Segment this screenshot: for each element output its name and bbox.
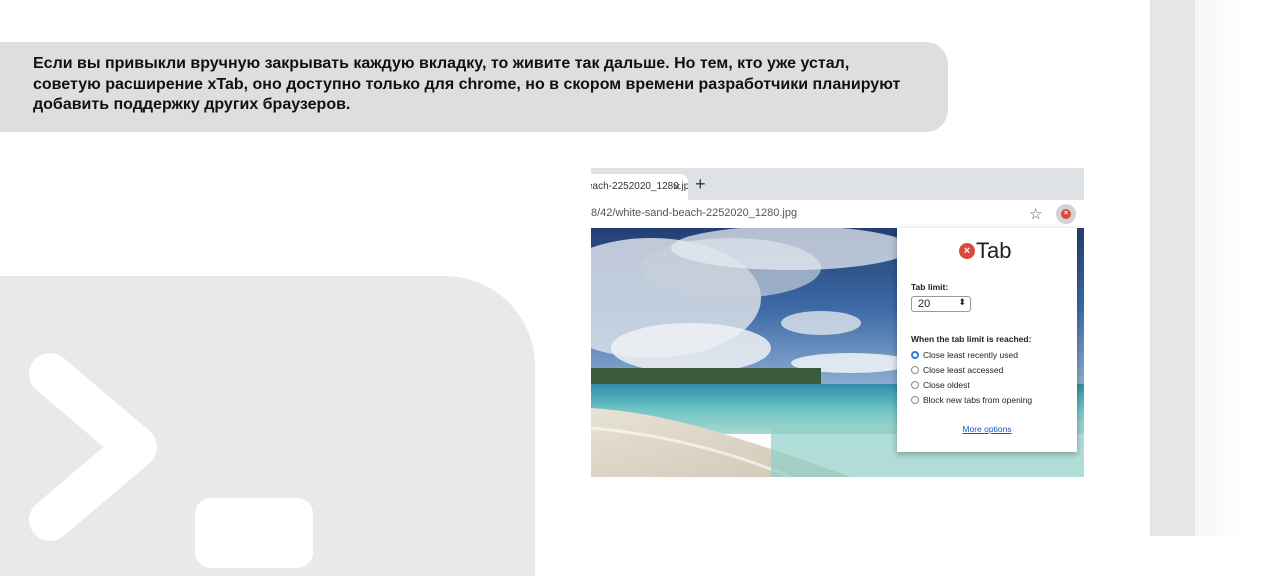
url-text: 8/42/white-sand-beach-2252020_1280.jpg	[591, 207, 798, 219]
tab-limit-value: 20	[918, 298, 931, 310]
option-close-oldest[interactable]: Close oldest	[911, 380, 970, 390]
xtab-logo-icon: ×	[959, 243, 975, 259]
option-close-least-recently-used[interactable]: Close least recently used	[911, 350, 1018, 360]
message-text: Если вы привыкли вручную закрывать кажду…	[33, 55, 901, 113]
option-block-new-tabs[interactable]: Block new tabs from opening	[911, 395, 1032, 405]
limit-action-label: When the tab limit is reached:	[911, 334, 1032, 344]
xtab-logo-text: Tab	[976, 238, 1012, 263]
xtab-icon: ×	[1061, 209, 1071, 219]
browser-tab[interactable]: each-2252020_1280.jpg ×	[591, 174, 688, 200]
radio-selected-icon[interactable]	[911, 351, 919, 359]
option-label: Block new tabs from opening	[923, 395, 1033, 405]
radio-icon[interactable]	[911, 396, 919, 404]
message-bubble: Если вы привыкли вручную закрывать кажду…	[0, 42, 948, 132]
xtab-popup: × Tab Tab limit: 20 ⬍ When the tab limit…	[897, 228, 1077, 452]
option-label: Close least recently used	[923, 350, 1018, 360]
close-icon[interactable]: ×	[673, 179, 681, 194]
browser-screenshot: each-2252020_1280.jpg × + 8/42/white-san…	[591, 168, 1084, 477]
option-label: Close oldest	[923, 380, 970, 390]
tab-limit-label: Tab limit:	[911, 282, 949, 292]
chevron-right-icon	[29, 353, 157, 541]
terminal-underscore-icon	[195, 498, 313, 568]
option-label: Close least accessed	[923, 365, 1004, 375]
more-options-link[interactable]: More options	[897, 424, 1077, 434]
new-tab-button[interactable]: +	[695, 174, 706, 195]
bookmark-star-icon[interactable]: ☆	[1029, 205, 1042, 223]
radio-icon[interactable]	[911, 381, 919, 389]
tab-limit-select[interactable]: 20 ⬍	[911, 296, 971, 312]
tab-strip: each-2252020_1280.jpg × +	[591, 168, 1084, 200]
right-background-band	[1150, 0, 1195, 536]
right-background-fade	[1195, 0, 1280, 536]
xtab-extension-button[interactable]: ×	[1056, 204, 1076, 224]
option-close-least-accessed[interactable]: Close least accessed	[911, 365, 1003, 375]
select-arrows-icon: ⬍	[958, 297, 966, 307]
radio-icon[interactable]	[911, 366, 919, 374]
address-bar[interactable]: 8/42/white-sand-beach-2252020_1280.jpg ☆…	[591, 200, 1084, 228]
